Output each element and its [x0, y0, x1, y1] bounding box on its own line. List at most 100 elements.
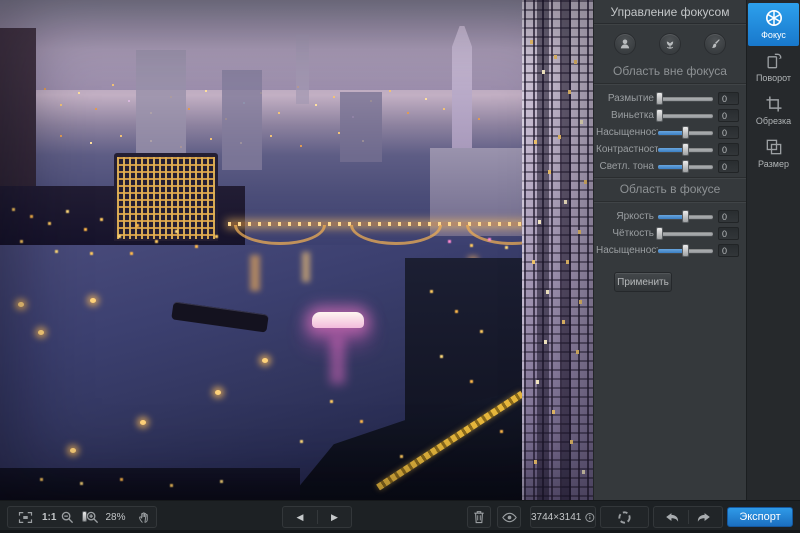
slider-handle[interactable] [682, 143, 689, 156]
slider-handle[interactable] [682, 210, 689, 223]
macro-focus-button[interactable] [659, 33, 681, 55]
bottom-toolbar: 1:1 28% [0, 500, 800, 533]
slider-row-saturation-in: Насыщенность 0 [594, 242, 746, 259]
slider-value-box[interactable]: 0 [718, 143, 739, 156]
image-size-value: 3744×3141 [531, 512, 581, 523]
fit-to-screen-button[interactable] [12, 507, 39, 527]
focus-tool-buttons [594, 24, 746, 61]
portrait-focus-button[interactable] [614, 33, 636, 55]
tab-resize[interactable]: Размер [748, 132, 799, 175]
tool-tab-bar: Фокус Поворот Обрезка [746, 0, 800, 500]
aperture-icon [764, 8, 784, 28]
slider-value-box[interactable]: 0 [718, 160, 739, 173]
slider-handle[interactable] [656, 227, 663, 240]
photo-nav-group: ◀ ▶ [282, 506, 352, 528]
slider-value-box[interactable]: 0 [718, 244, 739, 257]
contrast-slider[interactable] [658, 148, 713, 152]
zoom-in-icon [86, 511, 99, 524]
in-focus-sliders: Яркость 0 Чёткость 0 Насыщен [594, 203, 746, 261]
slider-handle[interactable] [682, 160, 689, 173]
highlights-slider[interactable] [658, 165, 713, 169]
tab-rotate[interactable]: Поворот [748, 46, 799, 89]
focus-control-panel: Управление фокусом [593, 0, 746, 500]
zoom-level-value: 28% [105, 512, 125, 523]
saturation-slider[interactable] [658, 131, 713, 135]
image-size-box[interactable]: 3744×3141 [530, 506, 596, 528]
slider-label: Контрастность [596, 144, 658, 155]
zoom-controls-group: 1:1 28% [7, 506, 157, 528]
out-of-focus-sliders: Размытие 0 Виньетка 0 Насыще [594, 85, 746, 177]
blur-slider[interactable] [658, 97, 713, 101]
workspace: Управление фокусом [0, 0, 800, 500]
tab-focus[interactable]: Фокус [748, 3, 799, 46]
slider-label: Яркость [596, 211, 658, 222]
reset-icon [617, 510, 632, 525]
prev-arrow-icon: ◀ [297, 512, 304, 523]
vignette-overlay [0, 0, 593, 500]
info-icon [585, 512, 595, 523]
next-arrow-icon: ▶ [331, 512, 338, 523]
slider-label: Размытие [596, 93, 658, 104]
slider-label: Чёткость [596, 228, 658, 239]
portrait-icon [618, 37, 632, 51]
tab-label: Обрезка [756, 116, 791, 126]
previous-photo-button[interactable]: ◀ [283, 507, 317, 527]
slider-value-box[interactable]: 0 [718, 126, 739, 139]
photo-canvas[interactable] [0, 0, 593, 500]
eye-icon [502, 512, 517, 523]
slider-handle[interactable] [656, 92, 663, 105]
tab-label: Поворот [756, 73, 791, 83]
macro-flower-icon [663, 37, 677, 51]
slider-handle[interactable] [682, 126, 689, 139]
in-focus-section-title: Область в фокусе [594, 179, 746, 201]
sharpness-slider[interactable] [658, 232, 713, 236]
undo-redo-group [653, 506, 723, 528]
undo-icon [663, 510, 679, 524]
slider-label: Виньетка [596, 110, 658, 121]
slider-handle[interactable] [656, 109, 663, 122]
apply-button[interactable]: Применить [614, 272, 672, 292]
zoom-out-icon [61, 511, 74, 524]
tab-label: Фокус [761, 30, 786, 40]
brush-icon [708, 37, 722, 51]
next-photo-button[interactable]: ▶ [318, 507, 351, 527]
slider-row-brightness-in: Яркость 0 [594, 208, 746, 225]
slider-value-box[interactable]: 0 [718, 210, 739, 223]
panel-title: Управление фокусом [594, 0, 746, 24]
slider-row-highlights: Светл. тона 0 [594, 158, 746, 175]
slider-label: Насыщенность [596, 245, 658, 256]
undo-button[interactable] [654, 507, 688, 527]
compare-original-button[interactable] [497, 506, 521, 528]
resize-icon [764, 137, 784, 157]
crop-icon [764, 94, 784, 114]
out-of-focus-section-title: Область вне фокуса [594, 61, 746, 83]
vignette-slider[interactable] [658, 114, 713, 118]
hand-icon [138, 510, 151, 524]
tab-label: Размер [758, 159, 789, 169]
slider-label: Насыщенность [596, 127, 658, 138]
export-button[interactable]: Экспорт [727, 507, 793, 527]
slider-row-saturation-out: Насыщенность 0 [594, 124, 746, 141]
redo-icon [697, 510, 713, 524]
slider-row-blur: Размытие 0 [594, 90, 746, 107]
reset-all-button[interactable] [600, 506, 649, 528]
zoom-slider-handle[interactable] [82, 511, 87, 522]
zoom-out-button[interactable] [59, 507, 76, 527]
tab-crop[interactable]: Обрезка [748, 89, 799, 132]
trash-icon [473, 510, 485, 524]
actual-size-button[interactable]: 1:1 [39, 507, 59, 527]
slider-row-sharpness-in: Чёткость 0 [594, 225, 746, 242]
slider-value-box[interactable]: 0 [718, 109, 739, 122]
slider-label: Светл. тона [596, 161, 658, 172]
brush-focus-button[interactable] [704, 33, 726, 55]
slider-value-box[interactable]: 0 [718, 92, 739, 105]
pan-hand-button[interactable] [135, 507, 154, 527]
saturation-in-slider[interactable] [658, 249, 713, 253]
slider-handle[interactable] [682, 244, 689, 257]
brightness-slider[interactable] [658, 215, 713, 219]
redo-button[interactable] [689, 507, 722, 527]
slider-value-box[interactable]: 0 [718, 227, 739, 240]
photo-editor-window: Управление фокусом [0, 0, 800, 533]
delete-photo-button[interactable] [467, 506, 491, 528]
rotate-icon [764, 51, 784, 71]
